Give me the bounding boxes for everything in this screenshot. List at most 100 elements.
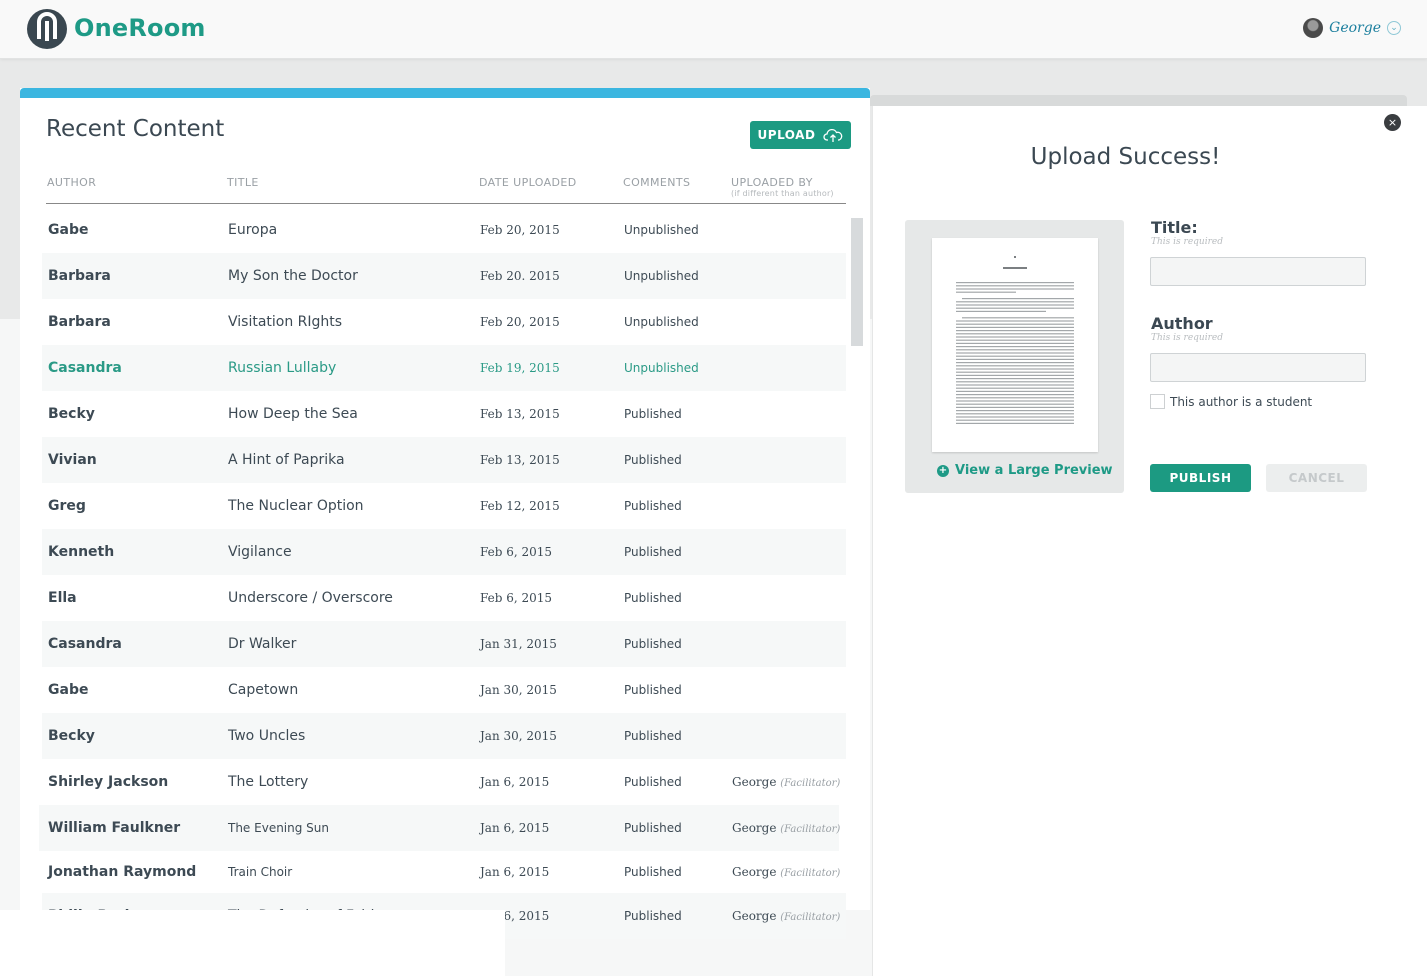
brand-name[interactable]: OneRoom — [74, 14, 206, 42]
uploader-name: George — [732, 775, 777, 789]
row-author: Greg — [48, 498, 86, 514]
upload-panel-top-edge — [870, 95, 1407, 106]
row-author: Shirley Jackson — [48, 774, 169, 790]
document-thumbnail[interactable] — [932, 238, 1098, 452]
uploader-name: George — [732, 909, 777, 923]
row-date: Jan 30, 2015 — [480, 683, 557, 697]
recent-content-panel: Recent Content UPLOAD AUTHOR TITLE DATE … — [20, 88, 870, 939]
table-row[interactable]: Vivian A Hint of Paprika Feb 13, 2015 Publi… — [42, 437, 846, 483]
row-uploaded-by: George (Facilitator) — [732, 849, 840, 897]
row-uploaded-by: George (Facilitator) — [732, 759, 840, 807]
user-menu[interactable]: George ⌄ — [1303, 18, 1401, 38]
student-checkbox-row[interactable]: This author is a student — [1150, 394, 1312, 409]
table-row[interactable]: Becky How Deep the Sea Feb 13, 2015 Publish… — [42, 391, 846, 437]
row-title: The Lottery — [228, 774, 309, 790]
row-title: A Hint of Paprika — [228, 452, 345, 468]
row-title: Underscore / Overscore — [228, 590, 393, 606]
user-name[interactable]: George — [1329, 20, 1381, 36]
table-row[interactable]: Casandra Russian Lullaby Feb 19, 2015 Unpub… — [42, 345, 846, 391]
row-date: Jan 6, 2015 — [480, 865, 550, 879]
row-title: The Nuclear Option — [228, 498, 364, 514]
row-date: Jan 6, 2015 — [480, 821, 550, 835]
row-date: Jan 30, 2015 — [480, 729, 557, 743]
row-status: Published — [624, 591, 682, 605]
publish-button[interactable]: PUBLISH — [1150, 464, 1251, 492]
close-icon[interactable]: × — [1384, 114, 1401, 131]
row-status: Published — [624, 499, 682, 513]
table-row[interactable]: Barbara My Son the Doctor Feb 20. 2015 Unpu… — [42, 253, 846, 299]
document-preview[interactable]: + View a Large Preview — [905, 220, 1124, 493]
table-row[interactable]: Ella Underscore / Overscore Feb 6, 2015 Pub… — [42, 575, 846, 621]
row-author: Becky — [48, 728, 95, 744]
row-author: Ella — [48, 590, 77, 606]
row-status: Published — [624, 909, 682, 923]
panel-footer — [0, 910, 505, 976]
title-label: Title: — [1151, 218, 1198, 237]
table-row[interactable]: Jonathan Raymond Train Choir Jan 6, 2015 Pu… — [42, 849, 846, 895]
view-large-preview-link[interactable]: + View a Large Preview — [937, 463, 1113, 478]
row-status: Unpublished — [624, 223, 699, 237]
row-date: Jan 31, 2015 — [480, 637, 557, 651]
row-title: Dr Walker — [228, 636, 297, 652]
cancel-button[interactable]: CANCEL — [1266, 464, 1367, 492]
table-row[interactable]: Kenneth Vigilance Feb 6, 2015 Published — [42, 529, 846, 575]
table-row[interactable]: William Faulkner The Evening Sun Jan 6, 20… — [39, 805, 840, 853]
plus-icon: + — [937, 464, 949, 477]
row-author: Barbara — [48, 268, 111, 284]
table-row[interactable]: Casandra Dr Walker Jan 31, 2015 Published — [42, 621, 846, 667]
row-uploaded-by: George (Facilitator) — [732, 805, 840, 853]
uploader-role: (Facilitator) — [780, 824, 841, 835]
uploader-role: (Facilitator) — [780, 778, 841, 789]
column-header-uploaded-by[interactable]: UPLOADED BY — [731, 176, 813, 189]
table-scrollbar[interactable] — [851, 218, 863, 346]
row-status: Unpublished — [624, 361, 699, 375]
table-row[interactable]: Gabe Capetown Jan 30, 2015 Published — [42, 667, 846, 713]
row-status: Published — [624, 775, 682, 789]
chevron-down-icon[interactable]: ⌄ — [1387, 21, 1401, 35]
row-author: Gabe — [48, 682, 89, 698]
upload-success-panel: × Upload Success! + View a Large Preview… — [872, 106, 1427, 976]
row-status: Published — [624, 821, 682, 835]
student-checkbox[interactable] — [1150, 394, 1165, 409]
table-row[interactable]: Shirley Jackson The Lottery Jan 6, 2015 Pub… — [42, 759, 846, 805]
table-row[interactable]: Becky Two Uncles Jan 30, 2015 Published — [42, 713, 846, 759]
upload-success-title: Upload Success! — [1030, 144, 1221, 170]
author-input[interactable] — [1150, 353, 1366, 382]
uploader-role: (Facilitator) — [780, 912, 841, 923]
row-date: Feb 6, 2015 — [480, 591, 553, 605]
row-status: Published — [624, 865, 682, 879]
row-author: Casandra — [48, 636, 122, 652]
row-title: Two Uncles — [228, 728, 306, 744]
row-title: Europa — [228, 222, 278, 238]
oneroom-logo-icon[interactable] — [26, 8, 68, 50]
document-text-lines — [956, 256, 1074, 424]
row-status: Published — [624, 729, 682, 743]
column-header-comments[interactable]: COMMENTS — [623, 176, 690, 189]
table-header: AUTHOR TITLE DATE UPLOADED COMMENTS UPLO… — [46, 176, 846, 204]
column-header-author[interactable]: AUTHOR — [47, 176, 96, 189]
column-header-date[interactable]: DATE UPLOADED — [479, 176, 577, 189]
table-row[interactable]: Barbara Visitation RIghts Feb 20, 2015 Unpu… — [42, 299, 846, 345]
author-label: Author — [1151, 314, 1213, 333]
title-input[interactable] — [1150, 257, 1366, 286]
row-date: Feb 6, 2015 — [480, 545, 553, 559]
row-date: Feb 20, 2015 — [480, 223, 560, 237]
row-status: Unpublished — [624, 269, 699, 283]
row-title: How Deep the Sea — [228, 406, 358, 422]
upload-button[interactable]: UPLOAD — [750, 121, 851, 149]
panel-accent-bar — [20, 88, 870, 98]
row-author: Kenneth — [48, 544, 115, 560]
upload-button-label: UPLOAD — [757, 128, 816, 142]
table-row[interactable]: Gabe Europa Feb 20, 2015 Unpublished — [42, 207, 846, 253]
table-row[interactable]: Greg The Nuclear Option Feb 12, 2015 Publis… — [42, 483, 846, 529]
column-header-title[interactable]: TITLE — [227, 176, 259, 189]
row-status: Published — [624, 683, 682, 697]
row-title: Visitation RIghts — [228, 314, 343, 330]
row-author: Gabe — [48, 222, 89, 238]
row-author: William Faulkner — [48, 820, 181, 836]
author-hint: This is required — [1151, 333, 1223, 343]
row-date: Jan 6, 2015 — [480, 775, 550, 789]
view-large-preview-label: View a Large Preview — [955, 463, 1113, 478]
row-date: Feb 13, 2015 — [480, 453, 560, 467]
avatar[interactable] — [1303, 18, 1324, 38]
